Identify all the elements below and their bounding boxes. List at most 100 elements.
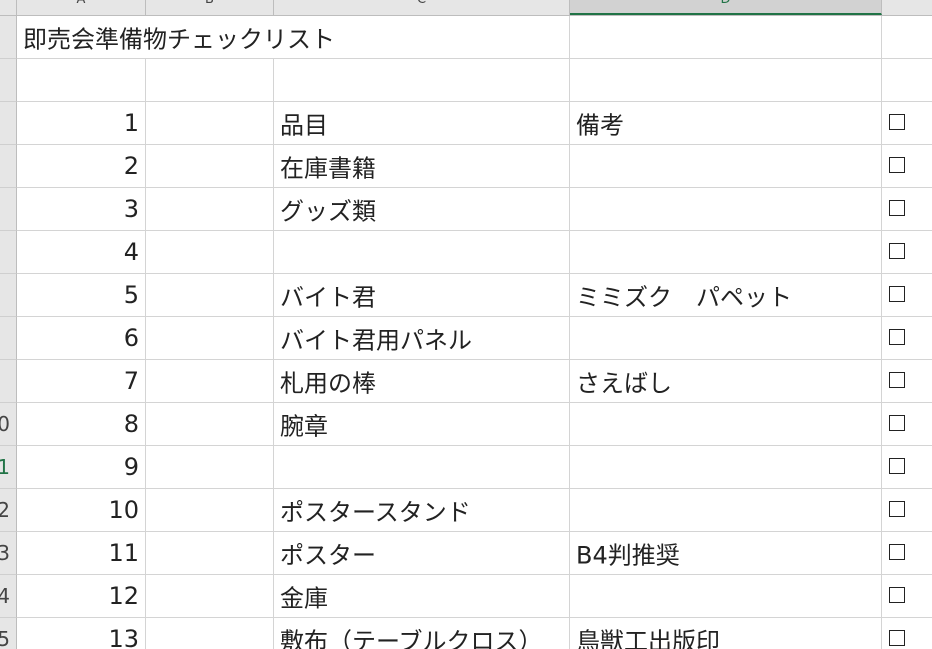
note-cell[interactable]: ミミズク パペット xyxy=(570,274,882,317)
checkbox-empty-icon[interactable] xyxy=(889,415,905,431)
number-cell[interactable]: 8 xyxy=(17,403,146,446)
checkbox-cell[interactable] xyxy=(882,102,932,145)
item-cell[interactable]: 敷布（テーブルクロス） xyxy=(274,618,570,649)
checkbox-cell[interactable] xyxy=(882,489,932,532)
row-header[interactable] xyxy=(0,145,17,188)
checkbox-cell[interactable] xyxy=(882,618,932,649)
checkbox-cell[interactable] xyxy=(882,231,932,274)
note-cell[interactable] xyxy=(570,489,882,532)
checkbox-empty-icon[interactable] xyxy=(889,157,905,173)
empty-cell[interactable] xyxy=(146,575,274,618)
row-header[interactable]: 3 xyxy=(0,532,17,575)
checkbox-empty-icon[interactable] xyxy=(889,372,905,388)
item-cell[interactable]: ポスタースタンド xyxy=(274,489,570,532)
column-header-d[interactable]: D xyxy=(570,0,882,15)
checkbox-empty-icon[interactable] xyxy=(889,286,905,302)
empty-cell[interactable] xyxy=(146,489,274,532)
row-header[interactable] xyxy=(0,274,17,317)
number-cell[interactable]: 12 xyxy=(17,575,146,618)
empty-cell[interactable] xyxy=(146,532,274,575)
checkbox-empty-icon[interactable] xyxy=(889,114,905,130)
checkbox-cell[interactable] xyxy=(882,317,932,360)
number-cell[interactable]: 13 xyxy=(17,618,146,649)
row-header[interactable]: 0 xyxy=(0,403,17,446)
checkbox-cell[interactable] xyxy=(882,274,932,317)
number-cell[interactable]: 2 xyxy=(17,145,146,188)
empty-cell[interactable] xyxy=(146,274,274,317)
row-header[interactable] xyxy=(0,317,17,360)
checkbox-cell[interactable] xyxy=(882,145,932,188)
number-cell[interactable]: 11 xyxy=(17,532,146,575)
item-cell[interactable]: 金庫 xyxy=(274,575,570,618)
number-cell[interactable]: 7 xyxy=(17,360,146,403)
row-header[interactable] xyxy=(0,231,17,274)
row-header[interactable] xyxy=(0,188,17,231)
column-header-c[interactable]: C xyxy=(274,0,570,15)
empty-cell[interactable] xyxy=(882,59,932,102)
empty-cell[interactable] xyxy=(274,59,570,102)
checkbox-empty-icon[interactable] xyxy=(889,200,905,216)
checkbox-empty-icon[interactable] xyxy=(889,630,905,646)
empty-cell[interactable] xyxy=(146,145,274,188)
note-cell[interactable] xyxy=(570,145,882,188)
checkbox-empty-icon[interactable] xyxy=(889,501,905,517)
item-cell[interactable]: バイト君用パネル xyxy=(274,317,570,360)
checkbox-cell[interactable] xyxy=(882,446,932,489)
empty-cell[interactable] xyxy=(146,317,274,360)
cell-e1[interactable] xyxy=(882,16,932,59)
checkbox-cell[interactable] xyxy=(882,403,932,446)
checkbox-cell[interactable] xyxy=(882,360,932,403)
number-cell[interactable]: 6 xyxy=(17,317,146,360)
empty-cell[interactable] xyxy=(570,59,882,102)
note-cell[interactable] xyxy=(570,188,882,231)
title-cell[interactable]: 即売会準備物チェックリスト xyxy=(17,16,570,59)
row-header[interactable] xyxy=(0,16,17,59)
checkbox-empty-icon[interactable] xyxy=(889,587,905,603)
empty-cell[interactable] xyxy=(146,446,274,489)
empty-cell[interactable] xyxy=(146,403,274,446)
row-header[interactable] xyxy=(0,59,17,102)
checkbox-cell[interactable] xyxy=(882,575,932,618)
item-cell[interactable]: ポスター xyxy=(274,532,570,575)
spreadsheet[interactable]: ABCD012345即売会準備物チェックリスト1品目備考2在庫書籍3グッズ類45… xyxy=(0,0,932,649)
item-cell[interactable]: 札用の棒 xyxy=(274,360,570,403)
column-header-b[interactable]: B xyxy=(146,0,274,15)
note-cell[interactable] xyxy=(570,403,882,446)
item-cell[interactable]: 在庫書籍 xyxy=(274,145,570,188)
note-cell[interactable] xyxy=(570,231,882,274)
number-cell[interactable]: 9 xyxy=(17,446,146,489)
note-cell[interactable] xyxy=(570,317,882,360)
number-cell[interactable]: 10 xyxy=(17,489,146,532)
note-cell[interactable]: B4判推奨 xyxy=(570,532,882,575)
row-header[interactable]: 5 xyxy=(0,618,17,649)
item-cell[interactable] xyxy=(274,446,570,489)
empty-cell[interactable] xyxy=(17,59,146,102)
checkbox-empty-icon[interactable] xyxy=(889,458,905,474)
column-header-a[interactable]: A xyxy=(17,0,146,15)
checkbox-empty-icon[interactable] xyxy=(889,243,905,259)
row-header[interactable] xyxy=(0,360,17,403)
number-cell[interactable]: 5 xyxy=(17,274,146,317)
checkbox-empty-icon[interactable] xyxy=(889,544,905,560)
number-cell[interactable]: 3 xyxy=(17,188,146,231)
empty-cell[interactable] xyxy=(146,188,274,231)
cell-d1[interactable] xyxy=(570,16,882,59)
empty-cell[interactable] xyxy=(146,618,274,649)
note-cell[interactable]: さえばし xyxy=(570,360,882,403)
empty-cell[interactable] xyxy=(146,231,274,274)
empty-cell[interactable] xyxy=(146,360,274,403)
note-cell[interactable]: 備考 xyxy=(570,102,882,145)
note-cell[interactable] xyxy=(570,446,882,489)
checkbox-cell[interactable] xyxy=(882,188,932,231)
item-cell[interactable]: 腕章 xyxy=(274,403,570,446)
checkbox-empty-icon[interactable] xyxy=(889,329,905,345)
row-header[interactable] xyxy=(0,102,17,145)
item-cell[interactable]: 品目 xyxy=(274,102,570,145)
number-cell[interactable]: 1 xyxy=(17,102,146,145)
checkbox-cell[interactable] xyxy=(882,532,932,575)
row-header[interactable]: 2 xyxy=(0,489,17,532)
empty-cell[interactable] xyxy=(146,59,274,102)
item-cell[interactable]: バイト君 xyxy=(274,274,570,317)
column-header-e[interactable] xyxy=(882,0,932,15)
number-cell[interactable]: 4 xyxy=(17,231,146,274)
